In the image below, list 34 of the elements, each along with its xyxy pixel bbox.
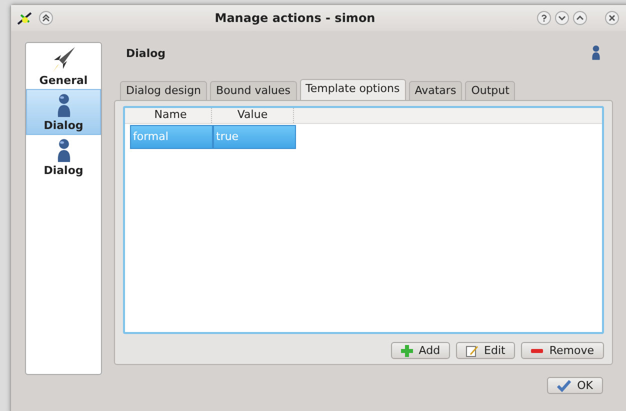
minimize-button[interactable] bbox=[555, 11, 569, 25]
close-icon bbox=[608, 14, 616, 22]
double-chevron-up-icon bbox=[42, 14, 50, 22]
ok-button[interactable]: OK bbox=[547, 377, 603, 394]
minus-icon bbox=[531, 348, 544, 354]
shade-button[interactable] bbox=[39, 11, 53, 25]
sidebar-item[interactable]: Dialog bbox=[26, 135, 101, 179]
chevron-down-icon bbox=[558, 14, 566, 22]
person-icon bbox=[56, 138, 72, 164]
tab[interactable]: Output bbox=[465, 81, 516, 100]
sidebar-item[interactable]: Dialog bbox=[26, 89, 101, 135]
checkmark-icon bbox=[557, 380, 572, 392]
help-icon bbox=[540, 14, 548, 22]
tab[interactable]: Template options bbox=[300, 79, 406, 100]
close-button[interactable] bbox=[605, 11, 619, 25]
app-icon bbox=[17, 11, 33, 25]
plus-icon bbox=[400, 344, 413, 356]
column-header[interactable]: Value bbox=[212, 108, 294, 123]
help-button[interactable] bbox=[537, 11, 551, 25]
maximize-button[interactable] bbox=[573, 11, 587, 25]
add-button[interactable]: Add bbox=[390, 342, 450, 359]
column-header[interactable]: Name bbox=[130, 108, 212, 123]
chevron-up-icon bbox=[576, 14, 584, 22]
window-title: Manage actions - simon bbox=[214, 11, 376, 25]
sidebar-item[interactable]: General bbox=[26, 43, 101, 89]
tab[interactable]: Dialog design bbox=[120, 81, 208, 100]
tab[interactable]: Avatars bbox=[408, 81, 462, 100]
person-icon bbox=[56, 93, 72, 119]
pencil-icon bbox=[466, 344, 478, 356]
tab[interactable]: Bound values bbox=[210, 81, 297, 100]
edit-button[interactable]: Edit bbox=[456, 342, 516, 359]
remove-button[interactable]: Remove bbox=[521, 342, 604, 359]
person-icon bbox=[591, 44, 601, 62]
page-title: Dialog bbox=[126, 46, 166, 60]
